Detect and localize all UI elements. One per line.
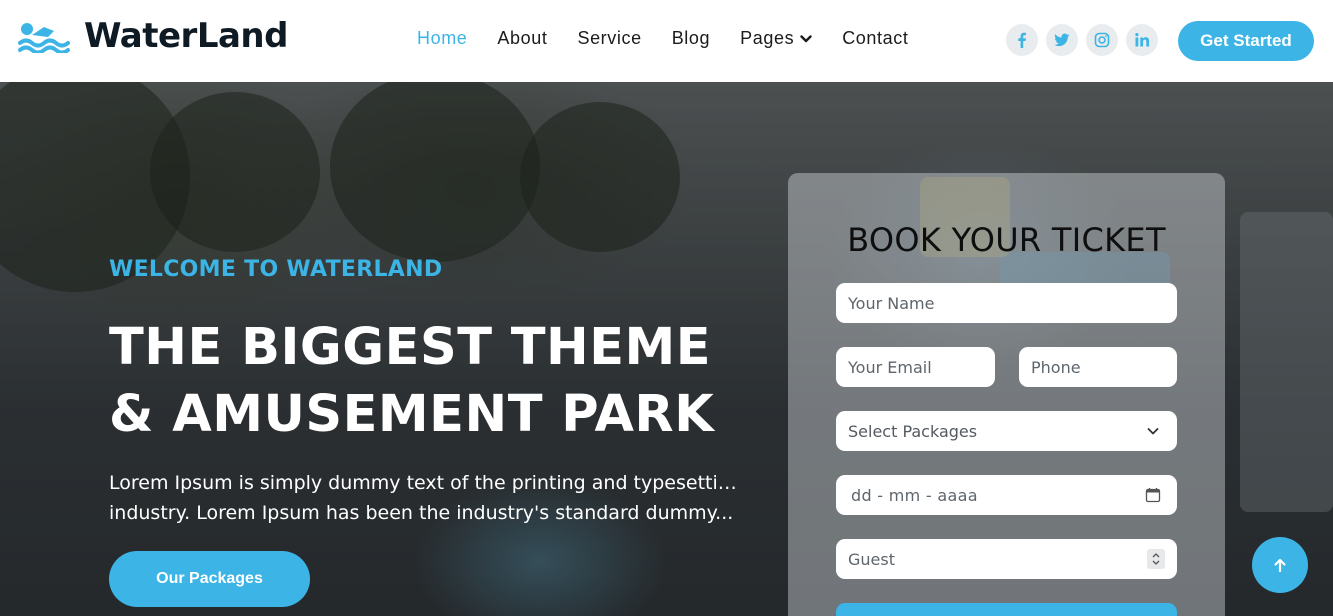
social-links	[1006, 24, 1166, 56]
nav-pages-label: Pages	[740, 28, 795, 48]
arrow-up-icon	[1274, 558, 1286, 573]
instagram-icon	[1094, 32, 1110, 48]
booking-title: BOOK YOUR TICKET	[847, 221, 1166, 259]
main-nav: Home About Service Blog Pages Contact	[417, 28, 938, 49]
date-placeholder: dd - mm - aaaa	[851, 485, 978, 505]
facebook-link[interactable]	[1006, 24, 1038, 56]
email-field[interactable]: Your Email	[836, 347, 995, 387]
chevron-down-icon	[1147, 428, 1159, 435]
twitter-link[interactable]	[1046, 24, 1078, 56]
guest-field[interactable]: Guest	[836, 539, 1177, 579]
back-to-top-button[interactable]	[1252, 537, 1308, 593]
instagram-link[interactable]	[1086, 24, 1118, 56]
nav-contact[interactable]: Contact	[842, 28, 908, 49]
chevron-down-icon	[800, 34, 812, 42]
brand-logo[interactable]: WaterLand	[18, 16, 288, 56]
brand-name: WaterLand	[84, 16, 288, 56]
linkedin-icon	[1135, 33, 1150, 47]
booking-card: BOOK YOUR TICKET Your Name Your Email Ph…	[788, 173, 1225, 616]
hero-section: WELCOME TO WATERLAND THE BIGGEST THEME &…	[0, 82, 1333, 616]
hero-lead-line: industry. Lorem Ipsum has been the indus…	[109, 502, 734, 524]
twitter-icon	[1054, 33, 1070, 47]
nav-home[interactable]: Home	[417, 28, 467, 49]
hero-headline-line: & AMUSEMENT PARK	[109, 385, 715, 444]
package-select[interactable]: Select Packages	[836, 411, 1177, 451]
hero-lead: Lorem Ipsum is simply dummy text of the …	[109, 468, 739, 528]
swimmer-icon	[18, 23, 70, 53]
number-spinner[interactable]	[1147, 549, 1165, 569]
email-placeholder: Your Email	[848, 357, 932, 377]
nav-about[interactable]: About	[497, 28, 547, 49]
nav-blog[interactable]: Blog	[672, 28, 710, 49]
name-placeholder: Your Name	[848, 293, 935, 313]
hero-eyebrow: WELCOME TO WATERLAND	[109, 257, 443, 282]
book-now-button[interactable]	[836, 603, 1177, 616]
chevron-down-icon	[1152, 560, 1160, 565]
our-packages-button[interactable]: Our Packages	[109, 551, 310, 607]
hero-headline-line: THE BIGGEST THEME	[109, 318, 712, 377]
navbar: WaterLand Home About Service Blog Pages …	[0, 0, 1333, 82]
name-field[interactable]: Your Name	[836, 283, 1177, 323]
calendar-icon[interactable]	[1145, 487, 1161, 503]
get-started-button[interactable]: Get Started	[1178, 21, 1314, 61]
hero-headline: THE BIGGEST THEME & AMUSEMENT PARK	[109, 314, 809, 448]
guest-placeholder: Guest	[848, 549, 895, 569]
nav-pages[interactable]: Pages	[740, 28, 812, 49]
chevron-up-icon	[1152, 553, 1160, 558]
date-field[interactable]: dd - mm - aaaa	[836, 475, 1177, 515]
hero-lead-line: Lorem Ipsum is simply dummy text of the …	[109, 472, 739, 494]
nav-service[interactable]: Service	[577, 28, 641, 49]
facebook-icon	[1018, 32, 1026, 48]
linkedin-link[interactable]	[1126, 24, 1158, 56]
package-select-value: Select Packages	[848, 421, 978, 441]
phone-field[interactable]: Phone	[1019, 347, 1177, 387]
phone-placeholder: Phone	[1031, 357, 1081, 377]
